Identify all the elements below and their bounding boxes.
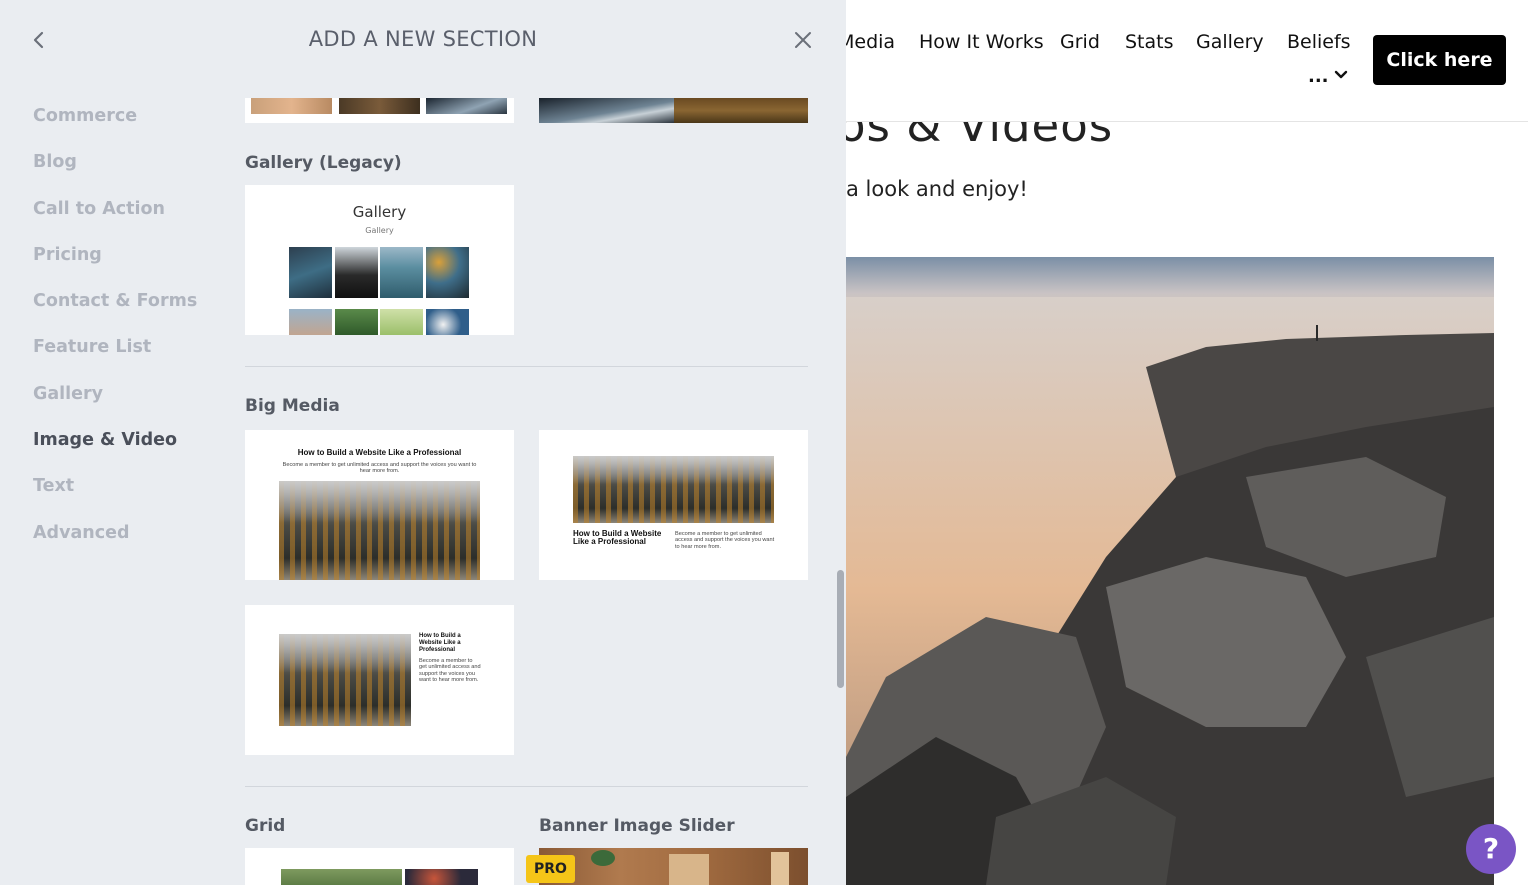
category-feature-list[interactable]: Feature List: [33, 335, 197, 381]
hero-image: [846, 257, 1494, 885]
panel-title: ADD A NEW SECTION: [308, 27, 538, 51]
preview-title: Gallery: [352, 203, 407, 221]
preview-heading: How to Build a Website Like a Profession…: [297, 448, 462, 457]
thumbnail-image: [339, 98, 420, 114]
nav-link-how-it-works[interactable]: How It Works: [919, 31, 1044, 53]
gallery-tile: [380, 247, 423, 298]
nav-more-dropdown[interactable]: ...: [1308, 66, 1348, 88]
close-button[interactable]: [792, 29, 814, 51]
category-commerce[interactable]: Commerce: [33, 104, 197, 150]
category-image-video[interactable]: Image & Video: [33, 428, 197, 474]
cta-button[interactable]: Click here: [1373, 35, 1506, 85]
thumbnail-image: [251, 98, 332, 114]
more-label: ...: [1308, 66, 1329, 87]
thumbnail-image: [281, 869, 402, 885]
divider: [245, 786, 808, 787]
nav-link-media[interactable]: Media: [846, 31, 895, 53]
nav-link-gallery[interactable]: Gallery: [1196, 31, 1264, 53]
group-title-banner-image-slider: Banner Image Slider: [539, 816, 735, 836]
banner-image-slider-card[interactable]: [539, 848, 808, 885]
seashore-rocks-photo: [846, 257, 1494, 885]
group-title-gallery-legacy: Gallery (Legacy): [245, 153, 402, 173]
category-text[interactable]: Text: [33, 474, 197, 520]
thumbnail-image: [426, 98, 507, 114]
big-media-card-2[interactable]: How to Build a Website Like a Profession…: [539, 430, 808, 580]
thumbnail-decoration: [771, 852, 789, 885]
nav-link-beliefs[interactable]: Beliefs: [1287, 31, 1351, 53]
website-preview: Media How It Works Grid Stats Gallery Be…: [846, 0, 1528, 885]
gallery-tile: [380, 309, 423, 335]
gallery-tile: [289, 247, 332, 298]
preview-body: Become a member to get unlimited access …: [675, 531, 775, 550]
preview-body: Become a member to get unlimited access …: [419, 658, 481, 684]
gallery-tile: [289, 309, 332, 335]
thumbnail-image: [539, 98, 674, 123]
category-advanced[interactable]: Advanced: [33, 521, 197, 567]
divider: [245, 366, 808, 367]
big-media-card-1[interactable]: How to Build a Website Like a Profession…: [245, 430, 514, 580]
help-button[interactable]: ?: [1466, 824, 1516, 874]
category-gallery[interactable]: Gallery: [33, 382, 197, 428]
category-contact-forms[interactable]: Contact & Forms: [33, 289, 197, 335]
preview-image: [573, 456, 774, 523]
group-title-grid: Grid: [245, 816, 286, 836]
preview-image: [279, 634, 411, 726]
gallery-tile: [426, 247, 469, 298]
category-list: Commerce Blog Call to Action Pricing Con…: [33, 104, 197, 567]
add-section-panel: ADD A NEW SECTION Commerce Blog Call to …: [0, 0, 846, 885]
preview-subtitle: Gallery: [365, 226, 394, 235]
thumbnail-image: [674, 98, 808, 123]
category-blog[interactable]: Blog: [33, 150, 197, 196]
preview-heading: How to Build a Website Like a Profession…: [419, 633, 461, 653]
thumbnail-image: [405, 869, 478, 885]
group-title-big-media: Big Media: [245, 396, 340, 416]
grid-card[interactable]: [245, 848, 514, 885]
preview-body: Become a member to get unlimited access …: [282, 462, 477, 475]
category-call-to-action[interactable]: Call to Action: [33, 197, 197, 243]
nav-link-stats[interactable]: Stats: [1125, 31, 1174, 53]
thumbnail-decoration: [591, 850, 615, 866]
gallery-tile: [426, 309, 469, 335]
pro-badge: PRO: [526, 855, 575, 883]
section-card-top-left[interactable]: [245, 98, 514, 123]
preview-heading: How to Build a Website Like a Profession…: [573, 529, 662, 547]
gallery-tile: [335, 247, 378, 298]
preview-image: [279, 481, 480, 580]
nav-link-grid[interactable]: Grid: [1060, 31, 1100, 53]
gallery-tile: [335, 309, 378, 335]
gallery-legacy-card[interactable]: Gallery Gallery: [245, 185, 514, 335]
chevron-down-icon: [1334, 70, 1348, 79]
thumbnail-decoration: [669, 854, 709, 885]
big-media-card-3[interactable]: How to Build a Website Like a Profession…: [245, 605, 514, 755]
site-navbar: Media How It Works Grid Stats Gallery Be…: [846, 0, 1528, 122]
section-card-top-right[interactable]: [539, 98, 808, 123]
section-subheading: a look and enjoy!: [846, 177, 1028, 201]
panel-scrollbar[interactable]: [837, 570, 844, 688]
close-icon: [795, 32, 811, 48]
category-pricing[interactable]: Pricing: [33, 243, 197, 289]
